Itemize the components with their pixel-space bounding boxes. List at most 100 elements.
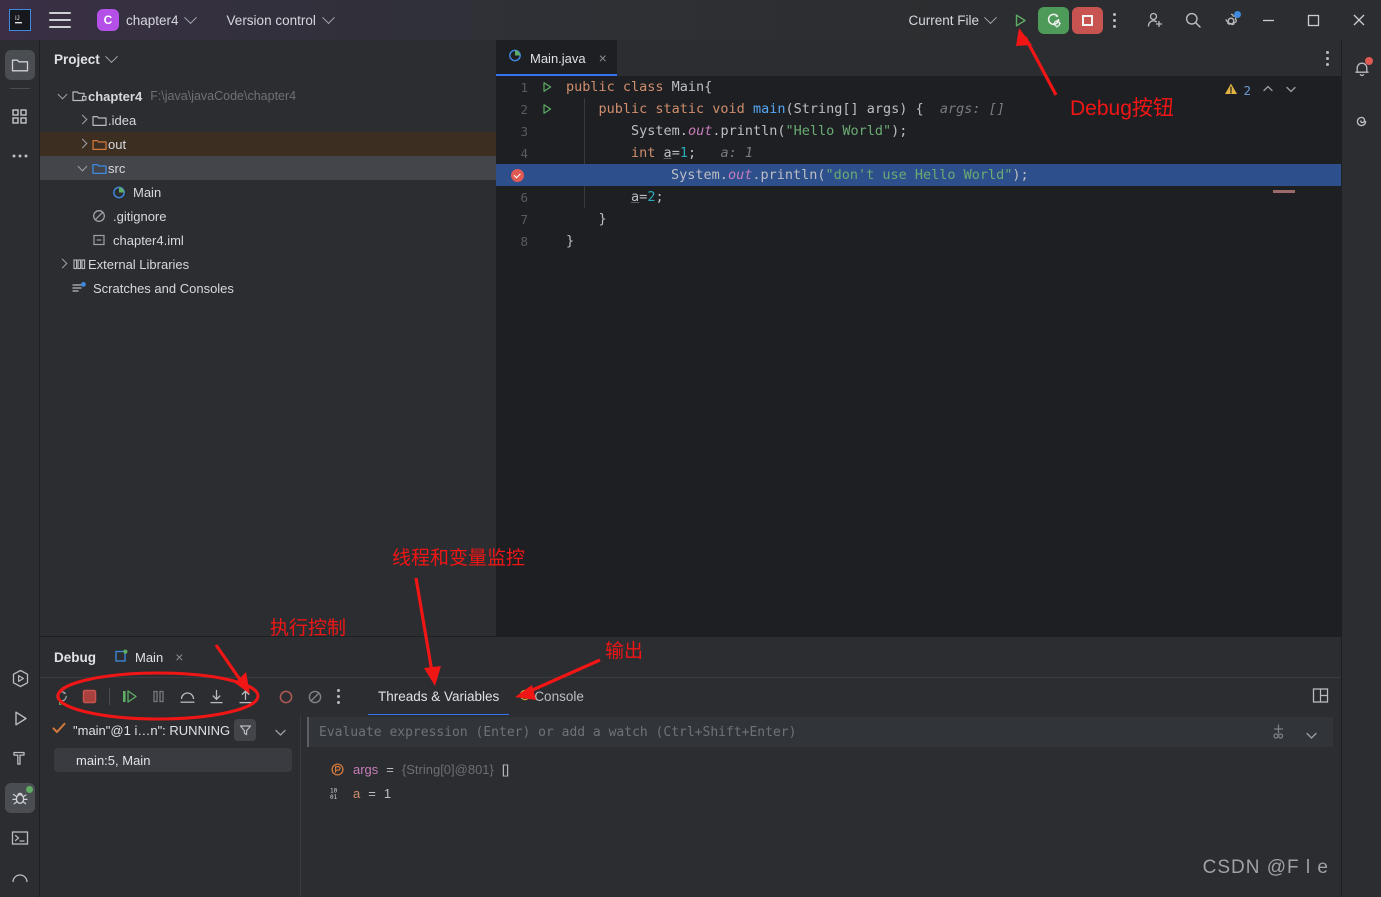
add-user-icon[interactable] [1140,5,1170,35]
add-watch-icon[interactable] [1270,723,1287,745]
maximize-icon[interactable] [1291,0,1336,40]
variable-name: args [353,761,379,777]
sidebar-item-extra[interactable] [5,863,35,893]
line-number: 6 [520,189,528,205]
editor-options-icon[interactable] [1326,50,1329,66]
mute-breakpoints-button[interactable] [273,684,298,709]
filter-icon[interactable] [234,719,256,741]
sidebar-item-more[interactable] [5,141,35,171]
run-gutter-icon[interactable] [536,81,558,93]
debug-session-tab[interactable]: Main × [114,649,183,666]
main-menu-icon[interactable] [49,12,71,28]
java-class-runnable-icon [110,185,128,200]
resume-button[interactable] [117,684,142,709]
iml-file-icon [90,233,108,247]
more-options-icon[interactable] [1103,12,1126,28]
settings-icon[interactable] [1216,5,1246,35]
chevron-down-icon[interactable] [76,161,90,175]
chevron-down-icon[interactable] [56,89,70,103]
search-icon[interactable] [1178,5,1208,35]
rerun-button[interactable] [48,684,73,709]
close-icon[interactable]: × [175,649,183,665]
sidebar-item-structure[interactable] [5,101,35,131]
sidebar-item-run[interactable] [5,703,35,733]
pause-button[interactable] [146,684,171,709]
chevron-right-icon[interactable] [76,137,90,151]
tree-node-idea[interactable]: .idea [40,108,496,132]
code-field: out [687,123,713,139]
chevron-down-icon[interactable] [275,725,286,740]
view-breakpoints-button[interactable] [302,684,327,709]
debug-button[interactable] [1038,6,1069,34]
step-over-button[interactable] [175,684,200,709]
chevron-right-icon[interactable] [76,113,90,127]
chevron-right-icon[interactable] [56,257,70,271]
next-problem-icon[interactable] [1285,83,1297,98]
tree-node-chapter4[interactable]: chapter4 F:\java\javaCode\chapter4 [40,84,496,108]
debug-body: "main"@1 i…n": RUNNING main:5, Main Eval… [40,715,1341,897]
tree-node-label: .gitignore [113,208,167,224]
thread-selector[interactable]: "main"@1 i…n": RUNNING [40,715,300,745]
debug-panel-header: Debug Main × [40,637,1341,677]
stack-frame-row[interactable]: main:5, Main [54,748,292,772]
close-icon[interactable] [1336,0,1381,40]
code-keyword: int [631,145,664,161]
project-selector[interactable]: C chapter4 [91,6,201,34]
tab-main-java[interactable]: Main.java × [496,40,617,76]
variable-row-a[interactable]: 10 01 a = 1 [301,781,1341,805]
version-control-selector[interactable]: Version control [221,10,339,31]
code-text: int a=1; a: 1 [558,145,753,161]
code-line: 2 public static void main(String[] args)… [496,98,1341,120]
run-configuration-selector[interactable]: Current File [908,10,997,28]
tree-node-src[interactable]: src [40,156,496,180]
stop-button[interactable] [1072,6,1103,34]
tree-node-main[interactable]: Main [40,180,496,204]
folder-source-icon [90,162,108,175]
variable-row-args[interactable]: args = {String[0]@801} [] [301,757,1341,781]
sidebar-item-debug[interactable] [5,783,35,813]
step-into-button[interactable] [204,684,229,709]
code-editor[interactable]: 1 public class Main{ 2 public static voi… [496,76,1341,636]
tree-node-iml[interactable]: chapter4.iml [40,228,496,252]
code-plain: .println( [712,123,786,139]
tab-threads-variables[interactable]: Threads & Variables [367,678,510,716]
ai-assistant-spiral-icon[interactable] [1347,106,1377,136]
editor-area: Main.java × 1 public class Main{ 2 publi… [496,40,1341,636]
debug-tool-window: Debug Main × Threads & Variables Console… [40,636,1341,897]
notifications-bell-icon[interactable] [1347,54,1377,84]
stop-button[interactable] [77,684,102,709]
tree-node-external-libraries[interactable]: External Libraries [40,252,496,276]
close-icon[interactable]: × [599,50,607,66]
run-button[interactable] [1005,5,1035,35]
sidebar-item-project[interactable] [4,50,35,80]
code-text: a=2; [558,189,664,205]
sidebar-item-run-anything[interactable] [5,663,35,693]
scratches-icon [70,281,88,295]
line-number: 7 [520,211,528,227]
breakpoint-hit-icon[interactable] [506,168,528,182]
check-icon [52,722,66,738]
sidebar-item-build[interactable] [5,743,35,773]
run-gutter-icon[interactable] [536,103,558,115]
chevron-down-icon[interactable] [104,49,118,63]
tab-console[interactable]: Console [519,678,584,716]
chevron-down-icon[interactable] [1306,727,1317,745]
layout-settings-icon[interactable] [1312,687,1329,709]
inspection-widget[interactable]: 2 [1224,82,1297,99]
code-number: 1 [679,145,688,161]
evaluate-expression-input[interactable]: Evaluate expression (Enter) or add a wat… [307,717,1333,747]
sidebar-item-terminal[interactable] [5,823,35,853]
run-config-icon [114,649,128,666]
svg-text:IJ: IJ [15,16,20,22]
java-class-runnable-icon [508,48,523,68]
debug-toolbar: Threads & Variables Console [40,677,1341,716]
tree-node-scratches[interactable]: Scratches and Consoles [40,276,496,300]
scrollbar-error-stripe[interactable] [1273,190,1295,193]
tree-node-out[interactable]: out [40,132,496,156]
minimize-icon[interactable] [1246,0,1291,40]
tree-node-gitignore[interactable]: .gitignore [40,204,496,228]
step-out-button[interactable] [233,684,258,709]
more-options-icon[interactable] [337,689,340,704]
prev-problem-icon[interactable] [1262,83,1274,98]
evaluate-placeholder: Evaluate expression (Enter) or add a wat… [319,724,797,740]
